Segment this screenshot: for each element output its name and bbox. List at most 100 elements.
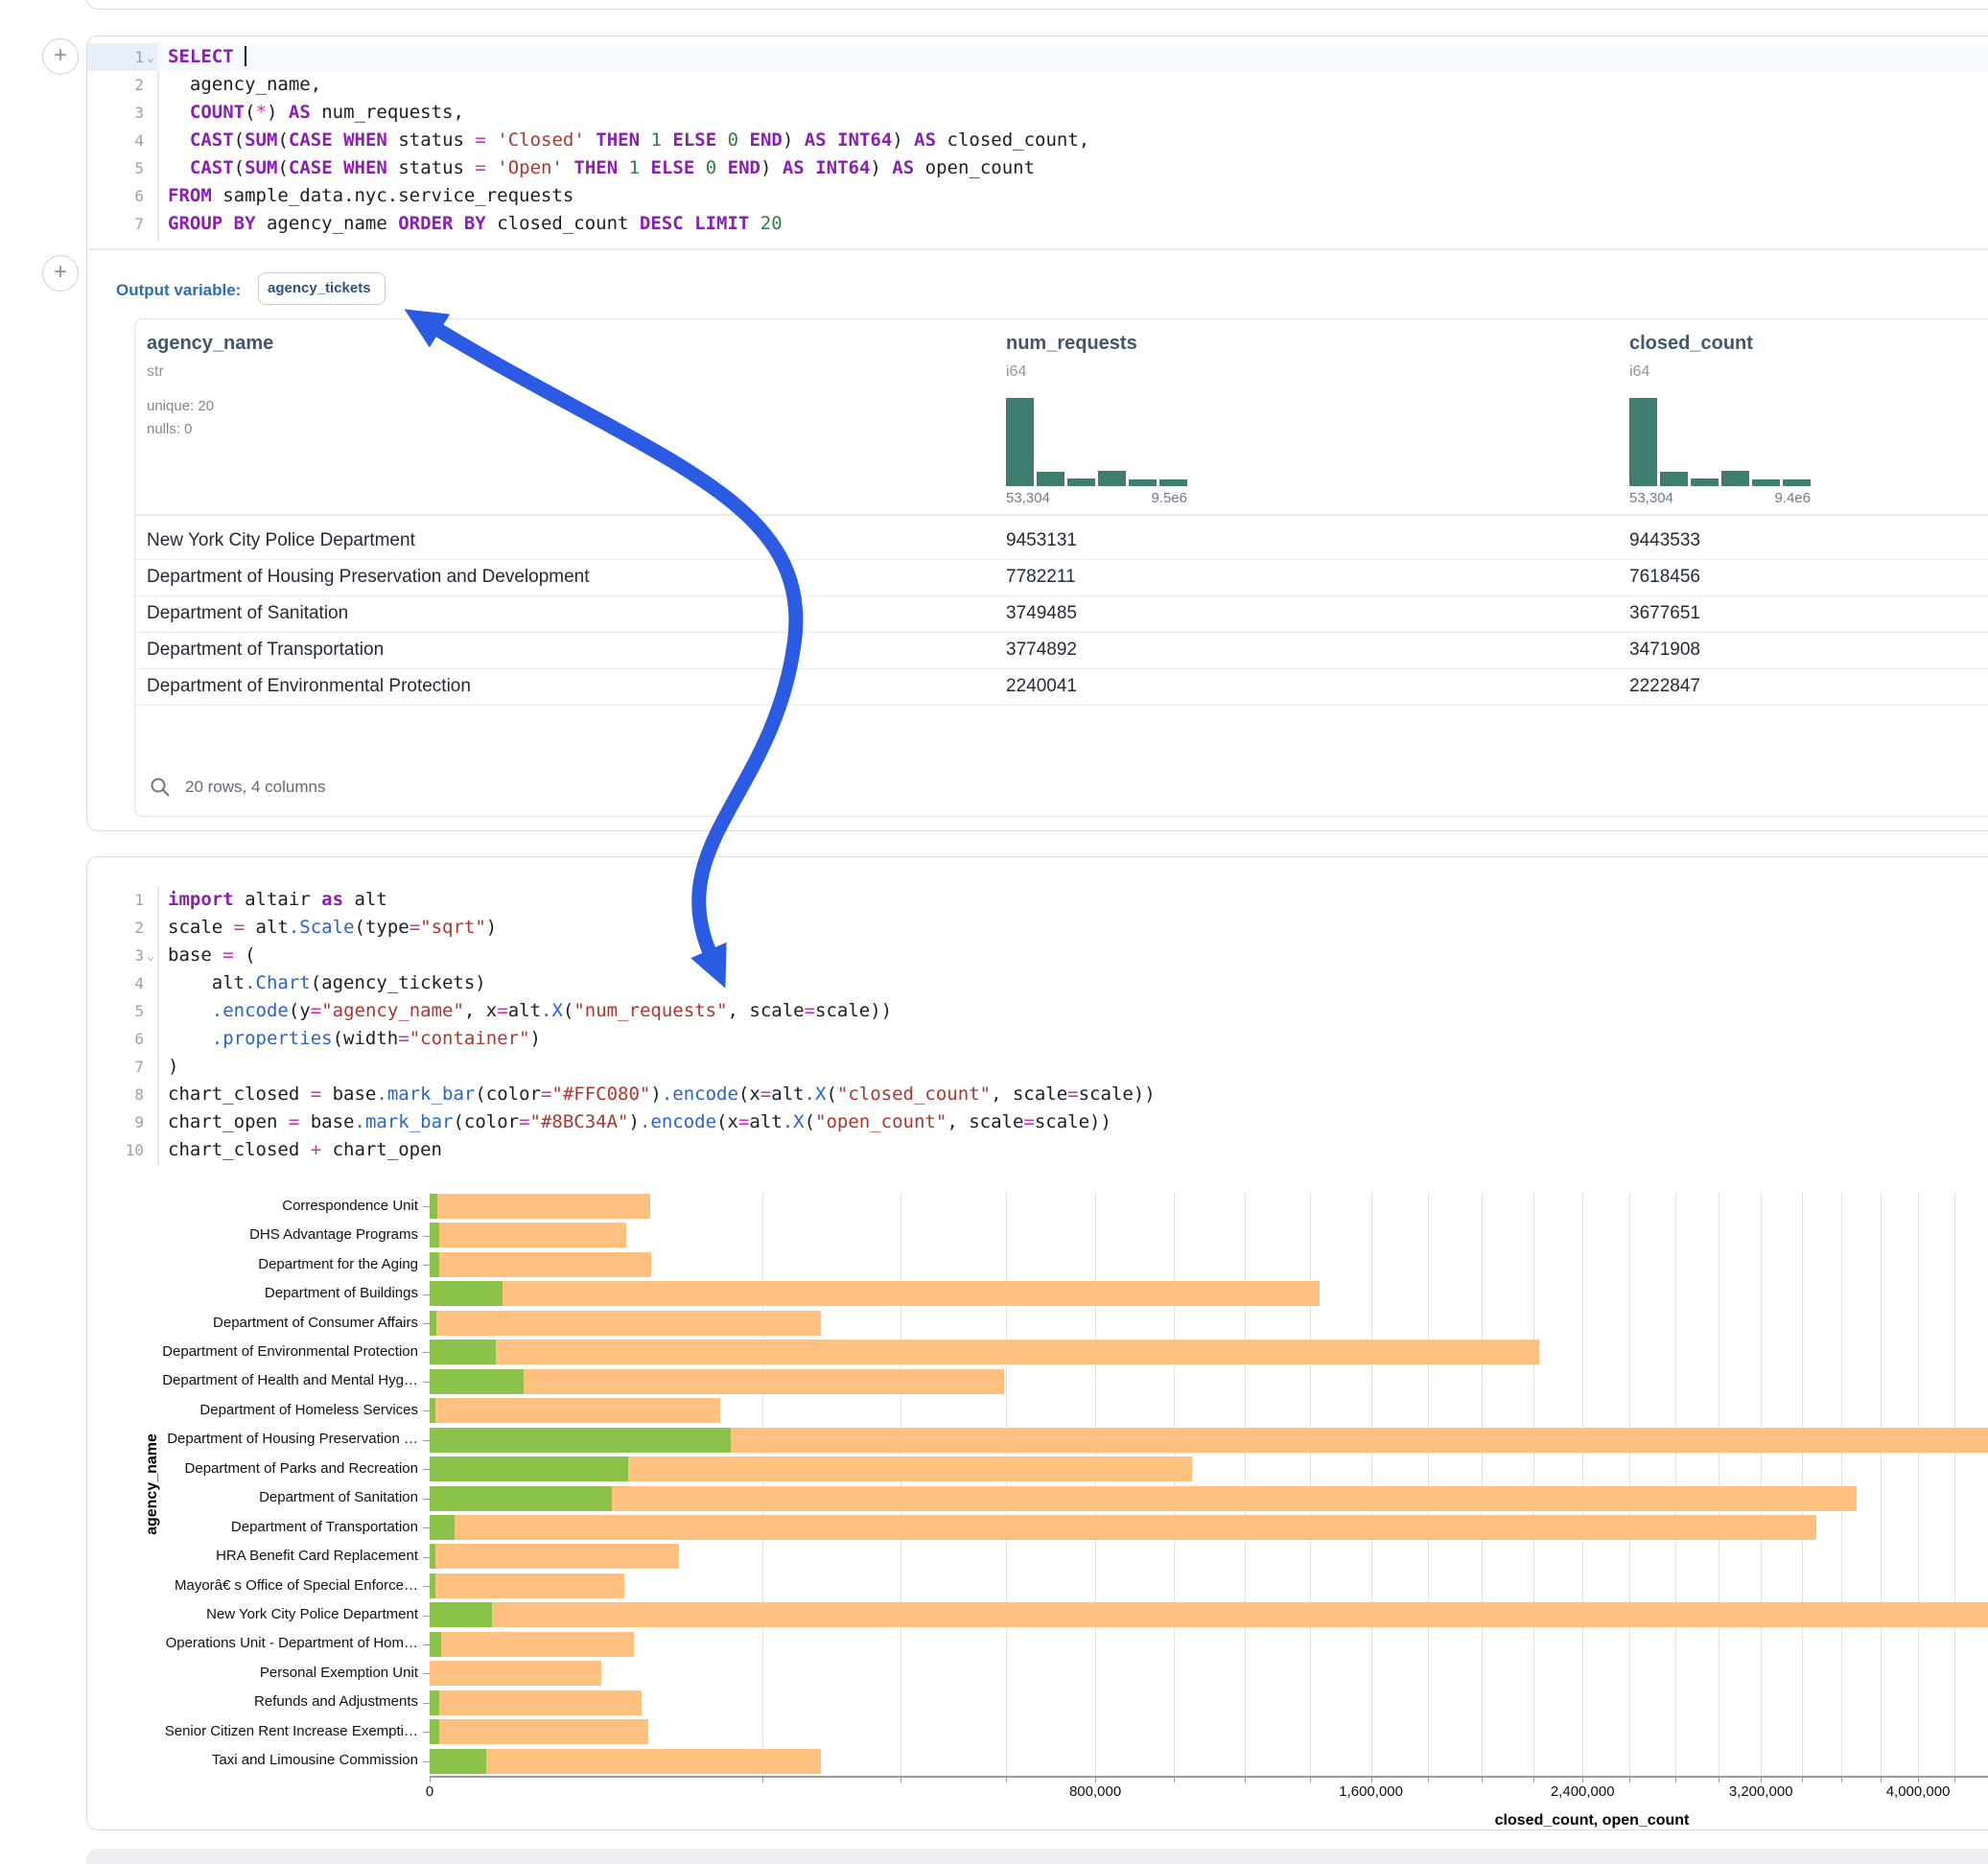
x-axis-tick [1802, 1776, 1803, 1782]
y-axis-label: Taxi and Limousine Commission [115, 1752, 418, 1768]
add-cell-button-top[interactable]: + [42, 38, 79, 75]
code-text: chart_closed + chart_open [168, 1136, 442, 1164]
code-line: 10 chart_closed + chart_open [87, 1136, 1988, 1164]
notebook-page: + + 1⌄SELECT 2 agency_name,3 COUNT(*) AS… [0, 0, 1988, 1864]
chart-gridline [1482, 1192, 1483, 1776]
x-axis-tick [1841, 1776, 1842, 1782]
line-number: 5 [87, 997, 144, 1025]
x-axis-tick [1095, 1776, 1096, 1782]
chart-gridline [1533, 1192, 1534, 1776]
chart-gridline [1802, 1192, 1803, 1776]
code-line: 3⌄base = ( [87, 942, 1988, 969]
code-line: 4 CAST(SUM(CASE WHEN status = 'Closed' T… [87, 127, 1988, 154]
y-axis-tick [423, 1206, 430, 1207]
output-variable-value: agency_tickets [268, 280, 371, 296]
column-histogram [1006, 398, 1187, 486]
line-number: 3 [87, 942, 144, 969]
chart-gridline [1310, 1192, 1311, 1776]
histogram-range-labels: 53,304 9.4e6 [1629, 490, 1811, 506]
python-code-editor[interactable]: 1import altair as alt2scale = alt.Scale(… [87, 886, 1988, 1164]
chart-bar-closed_count [430, 1632, 634, 1657]
chart-gridline [1881, 1192, 1882, 1776]
x-axis-tick [1675, 1776, 1676, 1782]
line-number: 2 [87, 914, 144, 942]
line-number: 2 [87, 71, 144, 99]
add-cell-button-mid[interactable]: + [42, 255, 79, 291]
histogram-bar [1783, 479, 1811, 486]
x-axis-title: closed_count, open_count [1400, 1812, 1784, 1829]
column-header: agency_name [147, 333, 273, 355]
code-text: chart_closed = base.mark_bar(color="#FFC… [168, 1081, 1156, 1108]
chart-gridline [1629, 1192, 1630, 1776]
code-text: SELECT [168, 43, 246, 71]
y-axis-tick [423, 1236, 430, 1237]
y-axis-label: Department for the Aging [115, 1256, 418, 1272]
x-axis-tick [430, 1776, 431, 1782]
chart-bar-open_count [430, 1223, 439, 1247]
column-type: i64 [1006, 363, 1026, 381]
y-axis-tick [423, 1382, 430, 1383]
sql-code-editor[interactable]: 1⌄SELECT 2 agency_name,3 COUNT(*) AS num… [87, 43, 1988, 238]
code-text: FROM sample_data.nyc.service_requests [168, 182, 573, 210]
chart-bar-closed_count [430, 1281, 1320, 1306]
y-axis-tick [423, 1527, 430, 1528]
y-axis-title: agency_name [144, 1340, 163, 1628]
chart-bar-closed_count [430, 1223, 626, 1247]
chart-bar-open_count [430, 1719, 439, 1744]
chart-bar-open_count [430, 1340, 496, 1364]
next-cell-edge [86, 1849, 1988, 1864]
histogram-min-label: 53,304 [1629, 490, 1673, 506]
chart-bar-open_count [430, 1398, 435, 1423]
column-stat: unique: 20 [147, 398, 214, 414]
line-number: 6 [87, 182, 144, 210]
code-text: CAST(SUM(CASE WHEN status = 'Closed' THE… [168, 127, 1089, 154]
chart-bar-open_count [430, 1486, 612, 1511]
row-count-label: 20 rows, 4 columns [185, 778, 325, 797]
column-header: num_requests [1006, 333, 1137, 355]
chart-gridline [1371, 1192, 1372, 1776]
chart-bar-open_count [430, 1632, 441, 1657]
y-axis-label: Department of Buildings [115, 1285, 418, 1301]
x-axis-tick [762, 1776, 763, 1782]
y-axis-tick [423, 1410, 430, 1411]
table-cell: 7782211 [1006, 567, 1581, 588]
x-axis-tick [1245, 1776, 1246, 1782]
code-line: 4 alt.Chart(agency_tickets) [87, 969, 1988, 997]
histogram-bar [1629, 398, 1657, 486]
y-axis-tick [423, 1732, 430, 1733]
line-number: 1 [87, 886, 144, 914]
code-text: chart_open = base.mark_bar(color="#8BC34… [168, 1108, 1111, 1136]
histogram-bar [1006, 398, 1034, 486]
x-axis-tick [1918, 1776, 1919, 1782]
code-line: 1import altair as alt [87, 886, 1988, 914]
table-cell: Department of Housing Preservation and D… [147, 567, 962, 588]
code-text: .encode(y="agency_name", x=alt.X("num_re… [168, 997, 892, 1025]
line-number: 6 [87, 1025, 144, 1053]
line-number: 10 [87, 1136, 144, 1164]
output-variable-input[interactable]: agency_tickets [258, 272, 386, 305]
chart-bar-closed_count [430, 1661, 601, 1686]
x-axis-line [430, 1776, 1988, 1778]
code-text: CAST(SUM(CASE WHEN status = 'Open' THEN … [168, 154, 1035, 182]
chart-bar-closed_count [430, 1398, 720, 1423]
y-axis-label: Refunds and Adjustments [115, 1693, 418, 1710]
fold-chevron-icon[interactable]: ⌄ [147, 943, 154, 970]
table-cell: 3677651 [1629, 603, 1975, 624]
table-row: Department of Housing Preservation and D… [135, 559, 1988, 596]
x-axis-tick-label: 800,000 [1028, 1783, 1162, 1800]
code-text: alt.Chart(agency_tickets) [168, 969, 486, 997]
table-cell: Department of Environmental Protection [147, 676, 962, 697]
histogram-max-label: 9.4e6 [1774, 490, 1811, 506]
y-axis-tick [423, 1323, 430, 1324]
result-table: agency_namestrunique: 20nulls: 0num_requ… [134, 318, 1988, 817]
fold-chevron-icon[interactable]: ⌄ [147, 44, 154, 72]
chart-gridline [1761, 1192, 1762, 1776]
table-row: Department of Transportation377489234719… [135, 632, 1988, 669]
chart-bar-closed_count [430, 1252, 651, 1277]
x-axis-tick [1428, 1776, 1429, 1782]
search-icon[interactable] [149, 776, 172, 799]
table-cell: 7618456 [1629, 567, 1975, 588]
x-axis-tick [900, 1776, 901, 1782]
histogram-bar [1129, 479, 1157, 486]
chart-gridline [1918, 1192, 1919, 1776]
